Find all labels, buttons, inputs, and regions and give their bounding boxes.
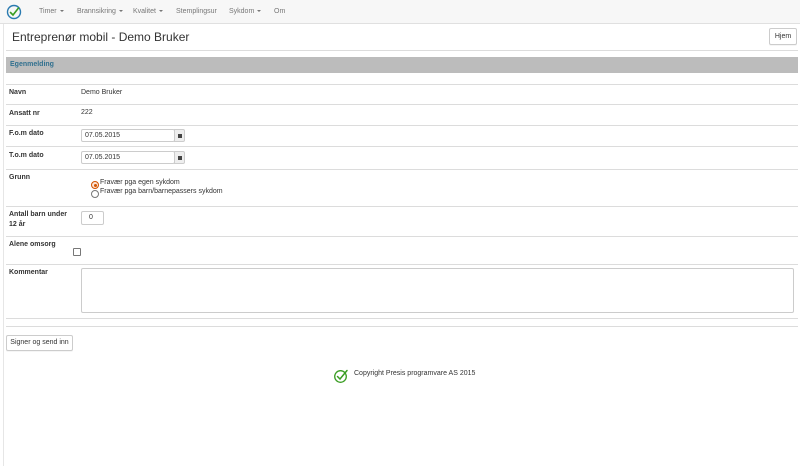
- employee-number-label: Ansatt nr: [9, 110, 40, 117]
- employee-number-value: 222: [81, 109, 93, 116]
- nav-item-timer[interactable]: Timer: [39, 0, 64, 24]
- children-count-input[interactable]: 0: [81, 211, 104, 225]
- caret-down-icon: [158, 9, 163, 12]
- to-date-input[interactable]: 07.05.2015: [81, 151, 175, 164]
- from-date-input[interactable]: 07.05.2015: [81, 129, 175, 142]
- sign-and-submit-button[interactable]: Signer og send inn: [6, 335, 73, 351]
- caret-down-icon: [257, 9, 262, 12]
- app-logo-icon[interactable]: [6, 4, 22, 20]
- home-button[interactable]: Hjem: [769, 28, 797, 45]
- row-divider: [6, 169, 798, 170]
- nav-item-stemplingsur-label: Stemplingsur: [176, 8, 217, 15]
- page-title: Entreprenør mobil - Demo Bruker: [12, 30, 190, 44]
- top-navbar: Timer Brannsikring Kvalitet Stemplingsur…: [0, 0, 800, 24]
- row-divider: [6, 318, 798, 319]
- reason-own-illness-label[interactable]: Fravær pga egen sykdom: [100, 179, 180, 186]
- to-date-label: T.o.m dato: [9, 152, 44, 159]
- nav-item-timer-label: Timer: [39, 8, 57, 15]
- name-label: Navn: [9, 89, 27, 96]
- section-title: Egenmelding: [10, 61, 54, 68]
- nav-item-sykdom[interactable]: Sykdom: [229, 0, 262, 24]
- nav-item-brannsikring-label: Brannsikring: [77, 8, 116, 15]
- form-bottom-divider: [6, 326, 798, 327]
- row-divider: [6, 104, 798, 105]
- nav-item-brannsikring[interactable]: Brannsikring: [77, 0, 123, 24]
- reason-child-illness-radio[interactable]: [91, 190, 99, 198]
- row-divider: [6, 206, 798, 207]
- children-count-label-line2: 12 år: [9, 221, 26, 228]
- nav-item-kvalitet[interactable]: Kvalitet: [133, 0, 163, 24]
- calendar-icon[interactable]: [174, 151, 185, 164]
- comment-label: Kommentar: [9, 269, 48, 276]
- from-date-label: F.o.m dato: [9, 130, 44, 137]
- copyright-text: Copyright Presis programvare AS 2015: [354, 370, 476, 377]
- nav-item-om[interactable]: Om: [274, 0, 285, 24]
- page-left-border: [3, 24, 4, 466]
- name-value: Demo Bruker: [81, 89, 123, 96]
- section-header: Egenmelding: [6, 57, 798, 73]
- row-divider: [6, 146, 798, 147]
- calendar-icon[interactable]: [174, 129, 185, 142]
- caret-down-icon: [59, 9, 64, 12]
- reason-child-illness-label[interactable]: Fravær pga barn/barnepassers sykdom: [100, 188, 223, 195]
- reason-own-illness-radio[interactable]: [91, 181, 99, 189]
- sole-care-label: Alene omsorg: [9, 241, 56, 248]
- caret-down-icon: [118, 9, 123, 12]
- sole-care-checkbox[interactable]: [73, 248, 81, 256]
- nav-item-om-label: Om: [274, 8, 286, 15]
- reason-label: Grunn: [9, 174, 30, 181]
- row-divider: [6, 125, 798, 126]
- nav-item-sykdom-label: Sykdom: [229, 8, 255, 15]
- row-divider: [6, 264, 798, 265]
- row-divider: [6, 236, 798, 237]
- header-divider: [6, 50, 798, 51]
- comment-textarea[interactable]: [81, 268, 794, 313]
- row-divider: [6, 84, 798, 85]
- nav-item-kvalitet-label: Kvalitet: [133, 8, 156, 15]
- footer: Copyright Presis programvare AS 2015: [333, 368, 513, 384]
- nav-item-stemplingsur[interactable]: Stemplingsur: [176, 0, 217, 24]
- presis-logo-icon: [334, 369, 348, 383]
- children-count-label-line1: Antall barn under: [9, 211, 67, 218]
